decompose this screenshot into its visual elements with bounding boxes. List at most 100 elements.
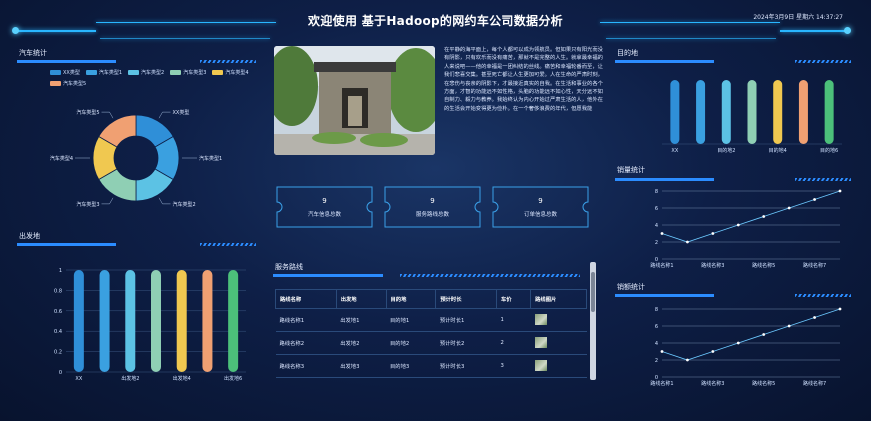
data-point <box>762 333 766 336</box>
data-point <box>686 240 689 244</box>
destination-title: 目的地 <box>617 49 638 57</box>
route-image-cell[interactable] <box>530 354 587 378</box>
routes-scrollbar-thumb[interactable] <box>591 272 595 312</box>
header-line-right-3 <box>606 38 776 39</box>
y-tick-label: 2 <box>655 358 658 364</box>
car-stats-legend: XX类型 汽车类型1 汽车类型2 汽车类型3 汽车类型4 汽车类型5 <box>50 69 260 91</box>
data-point <box>787 324 791 328</box>
legend-swatch <box>50 70 61 75</box>
datetime-display: 2024年3月9日 星期六 14:37:27 <box>753 14 843 21</box>
stat-orders-value: 9 <box>538 197 543 205</box>
legend-item[interactable]: XX类型 <box>50 69 80 76</box>
bar <box>125 270 136 372</box>
duration-cell: 预计时长1 <box>435 308 497 332</box>
routes-table: 路线名称 出发地 目的地 预计时长 车价 路线图片 路线名称1 出发地1 目的地… <box>275 289 587 378</box>
legend-label: XX类型 <box>63 70 80 76</box>
sales-line-chart: 02468路线名称1 路线名称3 路线名称5 路线名称7 <box>650 189 842 269</box>
x-tick-label: 路线名称1 <box>650 262 673 269</box>
price-cell: 1 <box>496 308 531 332</box>
legend-swatch <box>50 81 61 86</box>
car-type-donut-chart: XX类型汽车类型1 汽车类型2 汽车类型3 汽车类型4 汽车类型5 <box>50 109 222 208</box>
table-row[interactable]: 路线名称1 出发地1 目的地1 预计时长1 1 <box>275 308 587 332</box>
bar <box>773 80 783 144</box>
sales-title: 销量统计 <box>617 166 645 174</box>
revenue-hatch <box>795 294 851 297</box>
stat-cars-label: 汽车信息总数 <box>307 212 341 218</box>
legend-item[interactable]: 汽车类型5 <box>50 80 86 87</box>
x-tick-label: 目的地6 <box>820 147 838 154</box>
routes-title: 服务路线 <box>275 263 303 271</box>
route-image-cell[interactable] <box>530 331 587 355</box>
data-point <box>711 350 715 353</box>
legend-swatch <box>170 70 182 75</box>
legend-label: 汽车类型1 <box>98 70 123 76</box>
legend-item[interactable]: 汽车类型3 <box>170 69 206 76</box>
x-tick-label: 出发地6 <box>224 375 242 382</box>
legend-item[interactable]: 汽车类型2 <box>128 69 164 76</box>
bar <box>151 270 161 372</box>
bar <box>696 80 706 144</box>
origin-hatch <box>200 243 256 246</box>
destination-cell: 目的地2 <box>386 331 436 355</box>
origin-cell: 出发地1 <box>336 308 386 332</box>
legend-item[interactable]: 汽车类型1 <box>85 69 123 76</box>
bar <box>99 270 110 372</box>
col-price[interactable]: 车价 <box>495 289 532 309</box>
landmark-photo <box>274 46 435 155</box>
y-tick-label: 0 <box>59 370 62 376</box>
route-thumbnail[interactable] <box>534 313 547 325</box>
legend-label: 汽车类型4 <box>225 70 249 76</box>
origin-cell: 出发地2 <box>336 331 386 355</box>
header-line-left <box>16 30 96 32</box>
sales-underline <box>615 178 795 181</box>
y-tick-label: 2 <box>655 240 658 246</box>
pie-label: 汽车类型4 <box>50 155 73 162</box>
x-tick-label: 路线名称3 <box>701 380 724 387</box>
data-point <box>736 223 740 227</box>
col-origin[interactable]: 出发地 <box>335 289 387 309</box>
page-title: 欢迎使用 基于Hadoop的网约车公司数据分析 <box>308 14 563 28</box>
stat-card-cars: 9 汽车信息总数 <box>274 186 375 228</box>
x-tick-label: 目的地4 <box>769 147 787 154</box>
destination-hatch <box>795 60 851 63</box>
data-point <box>736 341 740 345</box>
col-route-name[interactable]: 路线名称 <box>275 289 337 309</box>
route-image-cell[interactable] <box>530 308 587 332</box>
destination-cell: 目的地3 <box>386 354 436 378</box>
x-tick-label: 路线名称7 <box>803 380 826 387</box>
revenue-title: 销额统计 <box>617 283 645 291</box>
legend-label: 汽车类型5 <box>63 81 87 87</box>
legend-label: 汽车类型2 <box>141 70 165 76</box>
col-destination[interactable]: 目的地 <box>385 289 437 309</box>
car-stats-title: 汽车统计 <box>19 49 47 57</box>
x-tick-label: XX <box>671 148 678 154</box>
col-route-image[interactable]: 路线图片 <box>530 289 587 309</box>
routes-scrollbar[interactable] <box>590 262 596 380</box>
data-point <box>813 316 816 319</box>
revenue-line-chart: 02468路线名称1 路线名称3 路线名称5 路线名称7 <box>650 307 842 387</box>
data-point <box>686 358 689 362</box>
stat-card-orders: 9 订单信息总数 <box>490 186 591 228</box>
legend-item[interactable]: 汽车类型4 <box>212 69 249 76</box>
pie-label: 汽车类型2 <box>173 201 196 208</box>
origin-cell: 出发地3 <box>336 354 386 378</box>
car-stats-hatch <box>200 60 256 63</box>
x-tick-label: 路线名称5 <box>752 262 775 269</box>
y-tick-label: 6 <box>655 206 658 212</box>
origin-bar-chart: 0 0.2 0.4 0.6 0.8 1 XX 出发地2 出发地4 出发地6 <box>54 268 246 382</box>
header-line-left-3 <box>100 38 270 39</box>
y-tick-label: 4 <box>655 341 658 347</box>
x-tick-label: 出发地4 <box>173 375 191 382</box>
route-thumbnail[interactable] <box>534 336 547 348</box>
table-row[interactable]: 路线名称2 出发地2 目的地2 预计时长2 2 <box>275 331 587 355</box>
table-row[interactable]: 路线名称3 出发地3 目的地3 预计时长3 3 <box>275 354 587 378</box>
col-duration[interactable]: 预计时长 <box>435 289 497 309</box>
car-stats-underline <box>17 60 197 63</box>
data-point <box>838 189 842 193</box>
pie-label: 汽车类型1 <box>199 155 222 162</box>
route-thumbnail[interactable] <box>534 359 547 371</box>
series-line <box>661 308 841 361</box>
x-tick-label: 路线名称1 <box>650 380 673 387</box>
y-tick-label: 0.6 <box>54 309 62 315</box>
y-tick-label: 0.8 <box>54 288 62 294</box>
